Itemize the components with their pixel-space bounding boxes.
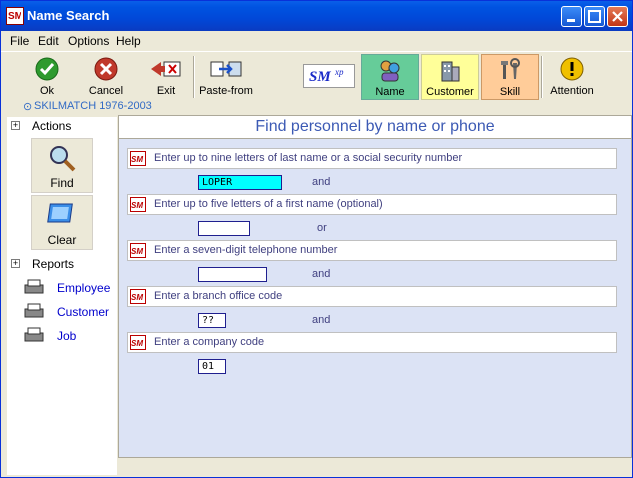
last-name-input[interactable]: LOPER <box>198 175 282 190</box>
menu-file[interactable]: File <box>10 34 29 48</box>
toolbar: Ok Cancel Exit Paste-from SM xp Name Cust… <box>1 51 632 101</box>
prompt-label: Enter a company code <box>154 336 265 348</box>
ok-label: Ok <box>39 85 55 97</box>
smxp-logo-icon: SM xp <box>309 67 344 85</box>
telephone-input[interactable] <box>198 267 267 282</box>
svg-text:SM: SM <box>131 247 143 256</box>
tab-skill[interactable]: Skill <box>481 54 539 100</box>
copyright-text: SKILMATCH 1976-2003 <box>34 100 152 112</box>
conjunction-label: and <box>312 268 331 280</box>
tab-customer[interactable]: Customer <box>421 54 479 100</box>
menu-options[interactable]: Options <box>68 34 109 48</box>
app-icon: SM <box>6 7 24 25</box>
clear-screen-icon <box>47 203 73 223</box>
prompt-label: Enter a branch office code <box>154 290 283 302</box>
menu-help[interactable]: Help <box>116 34 141 48</box>
paste-from-button[interactable]: Paste-from <box>198 54 254 98</box>
svg-text:xp: xp <box>334 67 344 77</box>
attention-button[interactable]: Attention <box>546 54 598 98</box>
conjunction-label: and <box>312 314 331 326</box>
magnifier-icon <box>50 146 76 172</box>
menu-edit[interactable]: Edit <box>38 34 59 48</box>
sm-logo-icon: SM <box>130 335 146 350</box>
prompt-label: Enter up to nine letters of last name or… <box>154 152 463 164</box>
cancel-button[interactable]: Cancel <box>85 54 127 98</box>
company-code-input[interactable]: 01 <box>198 359 226 374</box>
customer-label: Customer <box>426 86 474 98</box>
building-icon <box>441 61 460 82</box>
prompt-last-name: SM Enter up to nine letters of last name… <box>127 148 617 169</box>
version-strip: ⊙ SKILMATCH 1976-2003 <box>1 100 632 114</box>
maximize-button[interactable] <box>584 6 605 27</box>
find-label: Find <box>50 176 74 190</box>
checkmark-icon <box>35 57 59 81</box>
actions-label: Actions <box>32 119 72 133</box>
printer-icon <box>24 303 44 318</box>
warning-icon <box>560 57 584 81</box>
minimize-button[interactable] <box>561 6 582 27</box>
toolbar-separator <box>193 56 195 98</box>
search-panel: Find personnel by name or phone SM Enter… <box>118 115 632 458</box>
report-employee-label: Employee <box>57 281 111 295</box>
exit-door-icon <box>151 61 181 77</box>
attention-label: Attention <box>550 85 594 97</box>
reports-label: Reports <box>32 257 75 271</box>
tools-icon <box>501 58 520 79</box>
name-search-window: SM Name Search File Edit Options Help Ok… <box>0 0 633 478</box>
printer-icon <box>24 327 44 342</box>
svg-text:SM: SM <box>131 201 143 210</box>
expand-icon[interactable]: + <box>11 259 20 268</box>
prompt-branch: SM Enter a branch office code <box>127 286 617 307</box>
report-job-label: Job <box>57 329 77 343</box>
minimize-icon <box>567 19 575 22</box>
menu-bar: File Edit Options Help <box>1 31 632 51</box>
prompt-label: Enter up to five letters of a first name… <box>154 198 383 210</box>
svg-text:SM: SM <box>8 11 21 22</box>
skilmatch-logo: SM xp <box>303 64 355 88</box>
close-icon <box>612 11 623 22</box>
panel-title: Find personnel by name or phone <box>119 116 631 139</box>
skill-label: Skill <box>499 86 521 98</box>
sm-logo-icon: SM <box>130 243 146 258</box>
svg-text:SM: SM <box>131 155 143 164</box>
printer-icon <box>24 279 44 294</box>
status-bar <box>118 457 630 475</box>
toolbar-separator-2 <box>541 56 543 98</box>
exit-button[interactable]: Exit <box>145 54 187 98</box>
conjunction-label: or <box>317 222 327 234</box>
window-title: Name Search <box>27 8 110 23</box>
conjunction-label: and <box>312 176 331 188</box>
maximize-icon <box>588 10 601 23</box>
exit-label: Exit <box>156 85 176 97</box>
prompt-first-name: SM Enter up to five letters of a first n… <box>127 194 617 215</box>
cancel-label: Cancel <box>88 85 124 97</box>
sidebar: + Actions Find Clear + Reports Employee … <box>7 117 117 475</box>
svg-text:SM: SM <box>131 339 143 348</box>
clear-button[interactable]: Clear <box>31 195 93 250</box>
paste-from-label: Paste-from <box>199 85 253 97</box>
svg-text:SM: SM <box>131 293 143 302</box>
tab-name[interactable]: Name <box>361 54 419 100</box>
clear-label: Clear <box>47 233 77 247</box>
pin-icon: ⊙ <box>23 101 33 113</box>
prompt-company: SM Enter a company code <box>127 332 617 353</box>
prompt-label: Enter a seven-digit telephone number <box>154 244 338 256</box>
paste-arrow-icon <box>210 61 242 77</box>
find-button[interactable]: Find <box>31 138 93 193</box>
branch-code-input[interactable]: ?? <box>198 313 226 328</box>
prompt-telephone: SM Enter a seven-digit telephone number <box>127 240 617 261</box>
expand-icon[interactable]: + <box>11 121 20 130</box>
sm-logo-icon: SM <box>130 197 146 212</box>
report-customer-label: Customer <box>57 305 110 319</box>
sm-logo-icon: SM <box>130 289 146 304</box>
first-name-input[interactable] <box>198 221 250 236</box>
svg-text:SM: SM <box>309 69 331 85</box>
sm-logo-icon: SM <box>130 151 146 166</box>
ok-button[interactable]: Ok <box>27 54 67 98</box>
people-icon <box>380 60 400 82</box>
name-label: Name <box>375 86 405 98</box>
close-button[interactable] <box>607 6 628 27</box>
title-bar[interactable]: SM Name Search <box>1 1 632 31</box>
cancel-icon <box>94 57 118 81</box>
